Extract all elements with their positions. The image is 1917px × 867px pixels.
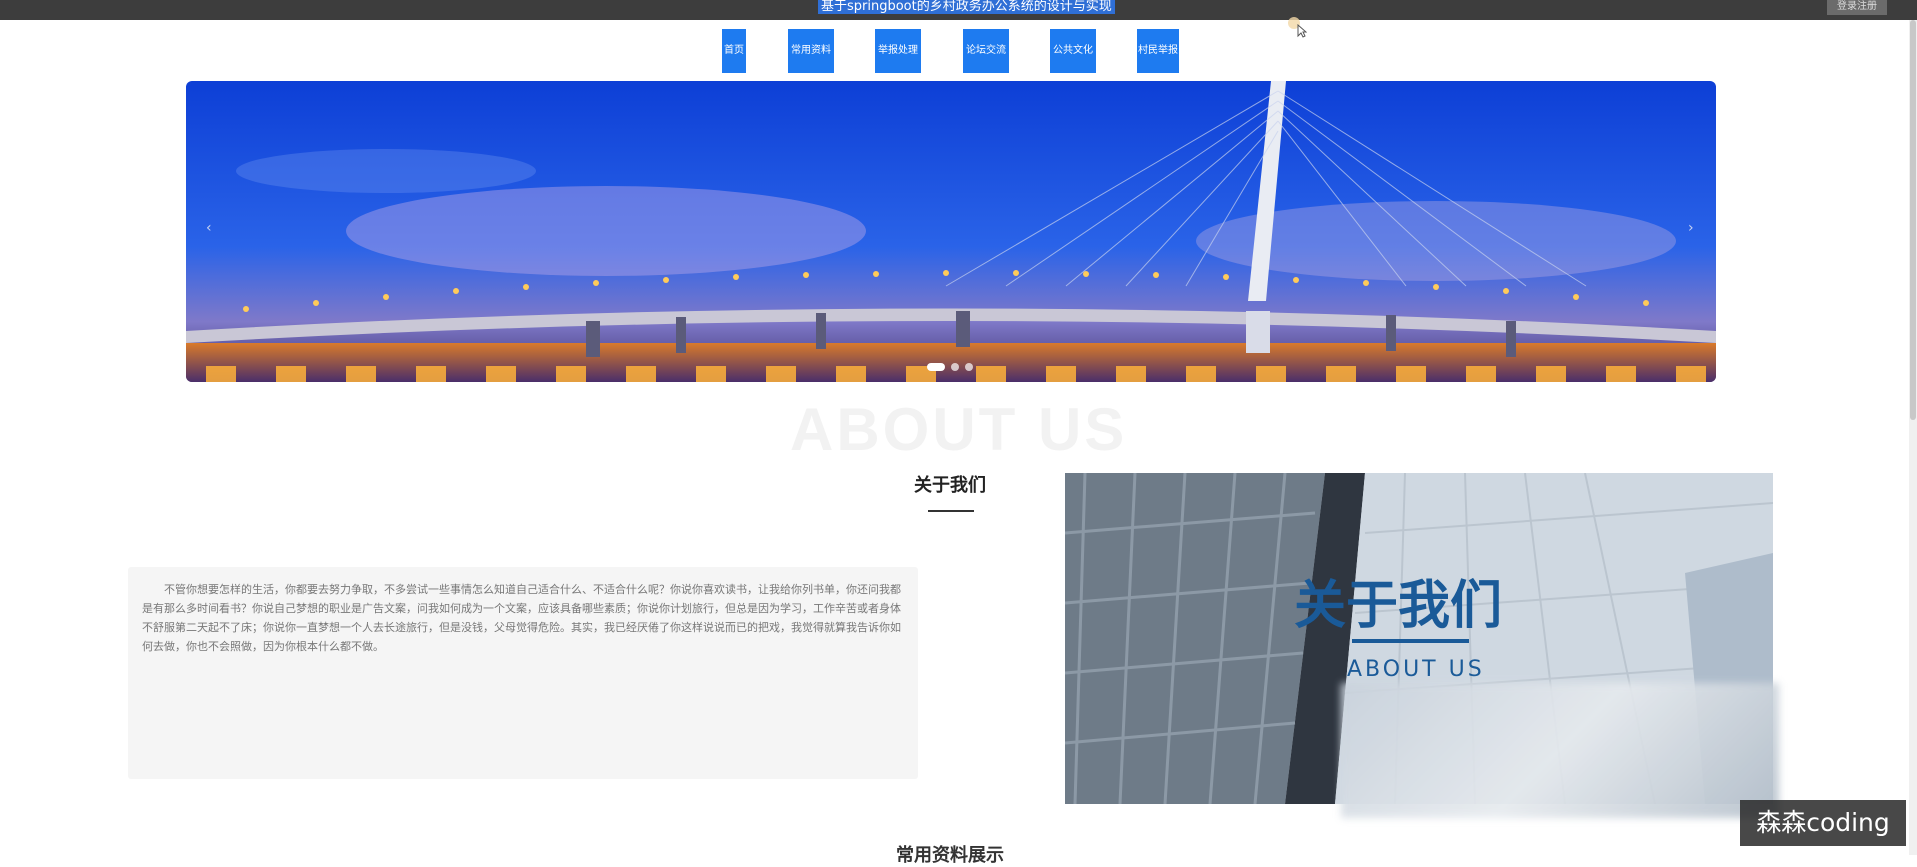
mouse-cursor-icon	[1297, 24, 1307, 38]
materials-section-title: 常用资料展示	[896, 845, 1004, 866]
about-body-text: 不管你想要怎样的生活，你都要去努力争取，不多尝试一些事情怎么知道自己适合什么、不…	[142, 583, 901, 653]
bridge-night-image	[186, 81, 1716, 382]
about-image-divider	[1352, 639, 1469, 643]
login-register-button[interactable]: 登录注册	[1827, 0, 1887, 15]
nav-item-report-handling[interactable]: 举报处理	[875, 29, 921, 73]
nav-item-villager-report[interactable]: 村民举报	[1137, 29, 1179, 73]
nav-item-common-materials[interactable]: 常用资料	[788, 29, 834, 73]
nav-item-home[interactable]: 首页	[722, 29, 746, 73]
carousel-dot[interactable]	[965, 363, 973, 371]
carousel-dot-active[interactable]	[927, 363, 945, 371]
carousel-banner[interactable]	[186, 81, 1716, 382]
nav-item-public-culture[interactable]: 公共文化	[1050, 29, 1096, 73]
title-divider	[928, 510, 974, 512]
top-bar: 基于springboot的乡村政务办公系统的设计与实现 登录注册	[0, 0, 1917, 20]
carousel-prev-button[interactable]: ‹	[206, 220, 212, 236]
about-image-title: 关于我们	[1294, 576, 1503, 636]
carousel-next-button[interactable]: ›	[1688, 220, 1694, 236]
blurred-overlay	[1341, 683, 1779, 818]
page-scrollbar[interactable]	[1909, 20, 1917, 855]
about-background-title: ABOUT US	[790, 396, 1128, 463]
about-text-card: 不管你想要怎样的生活，你都要去努力争取，不多尝试一些事情怎么知道自己适合什么、不…	[128, 567, 918, 779]
watermark: 森森coding	[1740, 800, 1906, 846]
about-section-title: 关于我们	[914, 475, 986, 496]
site-title: 基于springboot的乡村政务办公系统的设计与实现	[818, 0, 1115, 14]
carousel-dot[interactable]	[951, 363, 959, 371]
scrollbar-thumb[interactable]	[1910, 20, 1916, 420]
nav-item-forum[interactable]: 论坛交流	[963, 29, 1009, 73]
about-image-subtitle: ABOUT US	[1347, 657, 1485, 682]
